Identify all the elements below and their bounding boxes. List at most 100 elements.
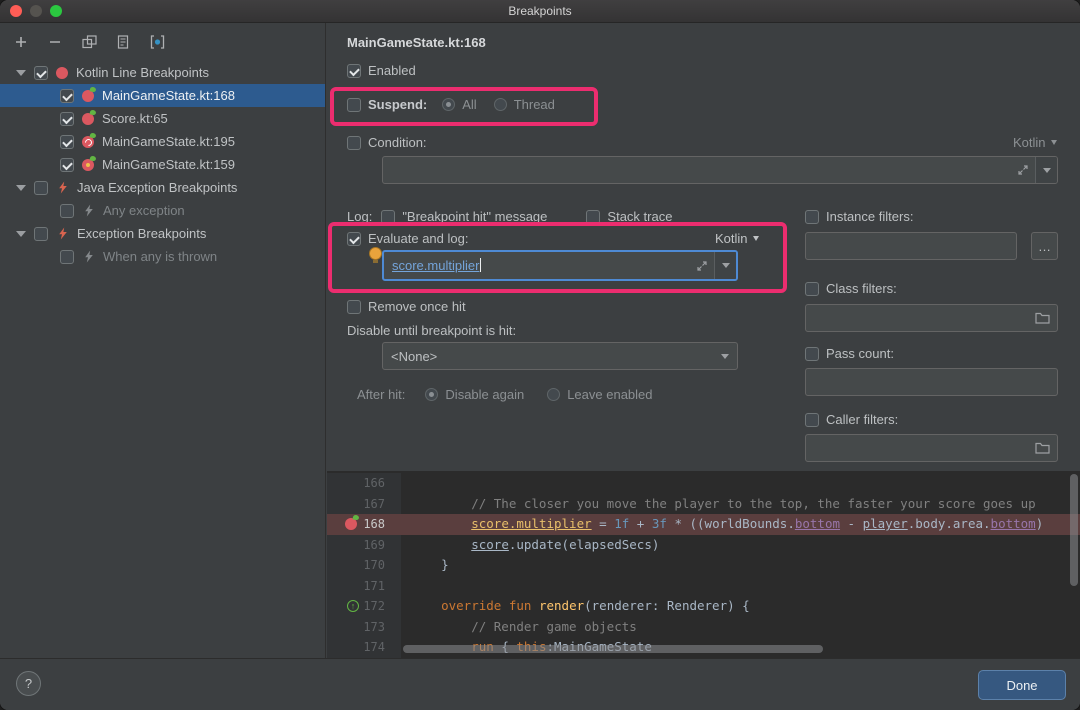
evaluate-expression: score.multiplier bbox=[392, 258, 480, 273]
tree-item-kotlin-line-breakpoints[interactable]: Kotlin Line Breakpoints bbox=[0, 61, 325, 84]
pass-count-label: Pass count: bbox=[826, 346, 894, 361]
expand-editor-icon[interactable] bbox=[696, 260, 708, 272]
folder-icon[interactable] bbox=[1035, 312, 1050, 324]
suspend-row: Suspend: All Thread bbox=[347, 97, 555, 112]
after-hit-label: After hit: bbox=[357, 387, 406, 402]
horizontal-scrollbar[interactable] bbox=[403, 645, 823, 653]
group-by-file-icon[interactable] bbox=[80, 33, 98, 51]
remove-once-checkbox[interactable] bbox=[347, 299, 361, 314]
instance-filters-more-button[interactable]: … bbox=[1031, 232, 1058, 260]
breakpoint-hit-message-checkbox[interactable] bbox=[381, 209, 396, 224]
expand-arrow-icon[interactable] bbox=[16, 69, 26, 76]
class-filters-input[interactable] bbox=[805, 304, 1058, 332]
disable-until-select[interactable]: <None> bbox=[382, 342, 738, 370]
tree-item-exception-breakpoints[interactable]: Exception Breakpoints bbox=[0, 222, 325, 245]
tree-item-label: When any is thrown bbox=[103, 249, 218, 264]
evaluate-checkbox[interactable] bbox=[347, 231, 361, 246]
tree-checkbox[interactable] bbox=[60, 203, 74, 218]
tree-item-label: Java Exception Breakpoints bbox=[77, 180, 238, 195]
remove-icon[interactable] bbox=[46, 33, 64, 51]
tree-item-any-exception[interactable]: Any exception bbox=[0, 199, 325, 222]
instance-filters-input[interactable] bbox=[805, 232, 1017, 260]
caller-filters-checkbox[interactable] bbox=[805, 412, 819, 427]
condition-history-button[interactable] bbox=[1035, 157, 1057, 183]
line-number[interactable]: 173 bbox=[327, 616, 401, 637]
disable-again-radio[interactable] bbox=[425, 388, 439, 401]
tree-item-score-kt-65[interactable]: Score.kt:65 bbox=[0, 107, 325, 130]
breakpoint-icon[interactable] bbox=[345, 518, 357, 530]
line-number[interactable]: 166 bbox=[327, 473, 401, 494]
line-number[interactable]: ↑ 172 bbox=[327, 596, 401, 617]
code-lines: 166 167 // The closer you move the player… bbox=[327, 471, 1080, 658]
tree-item-label: MainGameState.kt:168 bbox=[102, 88, 235, 103]
instance-filters-checkbox[interactable] bbox=[805, 209, 819, 224]
tree-checkbox[interactable] bbox=[34, 180, 48, 195]
line-number[interactable]: 169 bbox=[327, 534, 401, 555]
enabled-checkbox[interactable] bbox=[347, 63, 361, 78]
tree-item-java-exception-breakpoints[interactable]: Java Exception Breakpoints bbox=[0, 176, 325, 199]
line-breakpoint-icon bbox=[82, 112, 94, 125]
tree-checkbox[interactable] bbox=[60, 134, 74, 149]
tree-item-when-any-is-thrown[interactable]: When any is thrown bbox=[0, 245, 325, 268]
suspend-all-radio[interactable] bbox=[442, 98, 456, 111]
expand-arrow-icon[interactable] bbox=[16, 230, 26, 237]
leave-enabled-radio[interactable] bbox=[547, 388, 561, 401]
suspend-thread-radio[interactable] bbox=[493, 98, 507, 111]
zoom-button[interactable] bbox=[50, 5, 62, 17]
condition-language-select[interactable]: Kotlin bbox=[1013, 135, 1057, 150]
caller-filters-input[interactable] bbox=[805, 434, 1058, 462]
condition-checkbox[interactable] bbox=[347, 135, 361, 150]
line-number[interactable]: 170 bbox=[327, 555, 401, 576]
breakpoints-dialog: Breakpoints Kotlin Line Breakpoints MainG… bbox=[0, 0, 1080, 710]
tree-checkbox[interactable] bbox=[60, 249, 74, 264]
intention-bulb-icon[interactable] bbox=[369, 247, 382, 263]
tree-item-maingamestate-kt-195[interactable]: MainGameState.kt:195 bbox=[0, 130, 325, 153]
group-by-class-icon[interactable] bbox=[148, 33, 166, 51]
condition-label: Condition: bbox=[368, 135, 427, 150]
evaluate-history-button[interactable] bbox=[714, 252, 736, 279]
traffic-lights bbox=[10, 5, 62, 17]
disable-until-label: Disable until breakpoint is hit: bbox=[347, 323, 517, 338]
condition-input[interactable] bbox=[382, 156, 1058, 184]
breakpoints-tree: Kotlin Line Breakpoints MainGameState.kt:… bbox=[0, 61, 325, 658]
tree-checkbox[interactable] bbox=[60, 111, 74, 126]
code-line-170: 170 } bbox=[327, 555, 1080, 576]
add-icon[interactable] bbox=[12, 33, 30, 51]
close-button[interactable] bbox=[10, 5, 22, 17]
vertical-scrollbar[interactable] bbox=[1070, 474, 1078, 586]
evaluate-input[interactable]: score.multiplier bbox=[382, 250, 738, 281]
line-number[interactable]: 171 bbox=[327, 575, 401, 596]
tree-checkbox[interactable] bbox=[34, 226, 48, 241]
breakpoint-title: MainGameState.kt:168 bbox=[347, 35, 486, 50]
tree-item-label: Exception Breakpoints bbox=[77, 226, 207, 241]
tree-item-maingamestate-kt-168[interactable]: MainGameState.kt:168 bbox=[0, 84, 325, 107]
tree-checkbox[interactable] bbox=[60, 157, 74, 172]
stack-trace-checkbox[interactable] bbox=[586, 209, 601, 224]
expand-arrow-icon[interactable] bbox=[16, 184, 26, 191]
line-number[interactable]: 167 bbox=[327, 493, 401, 514]
tree-item-maingamestate-kt-159[interactable]: MainGameState.kt:159 bbox=[0, 153, 325, 176]
help-button[interactable]: ? bbox=[16, 671, 41, 696]
line-breakpoint-icon bbox=[82, 89, 94, 102]
pass-count-input[interactable] bbox=[805, 368, 1058, 396]
tree-checkbox[interactable] bbox=[34, 65, 48, 80]
move-to-group-icon[interactable] bbox=[114, 33, 132, 51]
suspend-checkbox[interactable] bbox=[347, 97, 361, 112]
disable-until-row: Disable until breakpoint is hit: bbox=[347, 323, 516, 338]
remove-once-label: Remove once hit bbox=[368, 299, 466, 314]
code-text: // The closer you move the player to the… bbox=[411, 495, 1036, 511]
class-filters-checkbox[interactable] bbox=[805, 281, 819, 296]
line-number[interactable]: 168 bbox=[327, 514, 401, 535]
folder-icon[interactable] bbox=[1035, 442, 1050, 454]
override-method-icon[interactable]: ↑ bbox=[347, 600, 359, 612]
done-button[interactable]: Done bbox=[978, 670, 1066, 700]
exception-breakpoint-icon bbox=[82, 204, 95, 217]
pass-count-checkbox[interactable] bbox=[805, 346, 819, 361]
tree-checkbox[interactable] bbox=[60, 88, 74, 103]
breakpoints-group-icon bbox=[56, 66, 68, 79]
expand-editor-icon[interactable] bbox=[1017, 164, 1029, 176]
line-number[interactable]: 174 bbox=[327, 637, 401, 658]
minimize-button[interactable] bbox=[30, 5, 42, 17]
breakpoint-hit-message-label: "Breakpoint hit" message bbox=[402, 209, 548, 224]
evaluate-language-select[interactable]: Kotlin bbox=[715, 231, 759, 246]
